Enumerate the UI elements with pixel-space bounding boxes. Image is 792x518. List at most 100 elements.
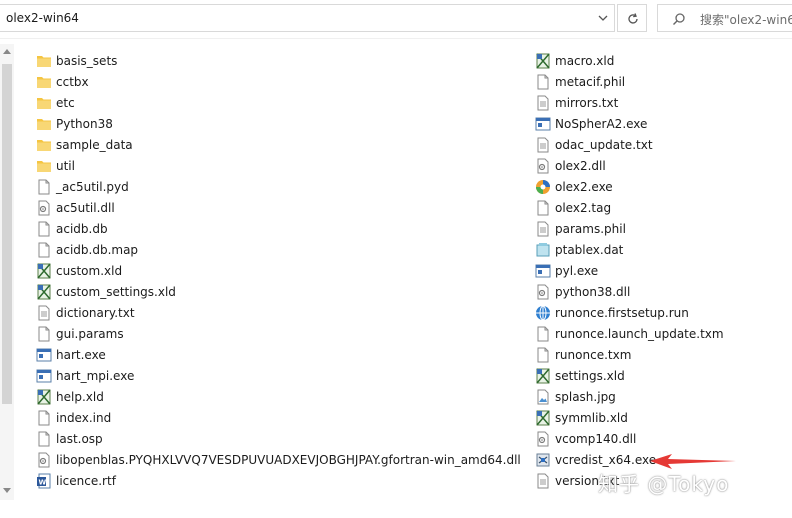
file-item[interactable]: cctbx [36,71,521,92]
scrollbar[interactable] [0,44,14,500]
folder-icon [36,158,52,174]
file-name: dictionary.txt [56,305,135,320]
file-item[interactable]: _ac5util.pyd [36,176,521,197]
xld-file-icon [535,368,551,384]
scroll-thumb[interactable] [2,64,12,404]
file-item[interactable]: runonce.launch_update.txm [535,323,724,344]
blank-file-icon [535,347,551,363]
file-name: util [56,158,75,173]
file-item[interactable]: basis_sets [36,50,521,71]
file-item[interactable]: vcomp140.dll [535,428,724,449]
blank-file-icon [535,200,551,216]
file-item[interactable]: python38.dll [535,281,724,302]
dll-file-icon [36,452,52,468]
installer-icon [535,452,551,468]
exe-file-icon [535,116,551,132]
file-item[interactable]: runonce.txm [535,344,724,365]
word-doc-icon: W [36,473,52,489]
file-name: odac_update.txt [555,137,653,152]
file-item[interactable]: splash.jpg [535,386,724,407]
image-file-icon [535,389,551,405]
text-file-icon [535,473,551,489]
file-name: hart_mpi.exe [56,368,135,383]
address-path: olex2-win64 [6,11,79,25]
blank-file-icon [535,326,551,342]
refresh-button[interactable] [617,4,647,32]
file-name: olex2.exe [555,179,613,194]
file-item[interactable]: Python38 [36,113,521,134]
file-name: acidb.db.map [56,242,139,257]
search-box[interactable]: 搜索"olex2-win64" [657,4,792,32]
file-name: pyl.exe [555,263,599,278]
file-item[interactable]: pyl.exe [535,260,724,281]
file-name: ptablex.dat [555,242,624,257]
file-item[interactable]: dictionary.txt [36,302,521,323]
file-name: _ac5util.pyd [56,179,129,194]
blank-file-icon [36,431,52,447]
folder-icon [36,53,52,69]
file-name: params.phil [555,221,626,236]
file-name: runonce.firstsetup.run [555,305,689,320]
file-name: splash.jpg [555,389,616,404]
file-name: etc [56,95,75,110]
file-item[interactable]: acidb.db.map [36,239,521,260]
file-name: runonce.launch_update.txm [555,326,724,341]
file-name: ac5util.dll [56,200,115,215]
xld-file-icon [36,389,52,405]
folder-icon [36,116,52,132]
file-item[interactable]: symmlib.xld [535,407,724,428]
blank-file-icon [535,74,551,90]
file-item[interactable]: custom.xld [36,260,521,281]
file-item[interactable]: params.phil [535,218,724,239]
dll-file-icon [535,284,551,300]
file-item[interactable]: settings.xld [535,365,724,386]
file-item[interactable]: macro.xld [535,50,724,71]
file-item[interactable]: odac_update.txt [535,134,724,155]
file-name: mirrors.txt [555,95,619,110]
toolbar: olex2-win64 搜索"olex2-win64" [0,0,792,38]
file-item[interactable]: acidb.db [36,218,521,239]
file-item[interactable]: help.xld [36,386,521,407]
file-name: metacif.phil [555,74,626,89]
folder-icon [36,137,52,153]
text-file-icon [535,137,551,153]
file-item[interactable]: mirrors.txt [535,92,724,113]
dll-file-icon [535,431,551,447]
file-item[interactable]: libopenblas.PYQHXLVVQ7VESDPUVUADXEVJOBGH… [36,449,521,470]
file-item[interactable]: gui.params [36,323,521,344]
blank-file-icon [36,179,52,195]
file-item[interactable]: Wlicence.rtf [36,470,521,491]
file-name: hart.exe [56,347,106,362]
divider [0,38,792,39]
file-item[interactable]: metacif.phil [535,71,724,92]
file-item[interactable]: hart.exe [36,344,521,365]
file-name: python38.dll [555,284,631,299]
file-item[interactable]: olex2.exe [535,176,724,197]
file-name: runonce.txm [555,347,632,362]
file-item[interactable]: ptablex.dat [535,239,724,260]
file-item[interactable]: hart_mpi.exe [36,365,521,386]
address-bar[interactable]: olex2-win64 [0,4,615,32]
folder-icon [36,74,52,90]
file-name: custom.xld [56,263,123,278]
globe-file-icon [535,305,551,321]
file-name: index.ind [56,410,112,425]
file-name: olex2.tag [555,200,612,215]
exe-file-icon [535,263,551,279]
file-item[interactable]: index.ind [36,407,521,428]
file-item[interactable]: etc [36,92,521,113]
file-item[interactable]: custom_settings.xld [36,281,521,302]
file-item[interactable]: util [36,155,521,176]
file-name: macro.xld [555,53,615,68]
file-name: settings.xld [555,368,625,383]
file-item[interactable]: NoSpherA2.exe [535,113,724,134]
scroll-down-icon [3,488,11,493]
file-name: acidb.db [56,221,108,236]
file-item[interactable]: runonce.firstsetup.run [535,302,724,323]
file-item[interactable]: last.osp [36,428,521,449]
file-item[interactable]: sample_data [36,134,521,155]
chevron-down-icon[interactable] [596,11,610,25]
file-item[interactable]: olex2.dll [535,155,724,176]
file-item[interactable]: olex2.tag [535,197,724,218]
file-item[interactable]: ac5util.dll [36,197,521,218]
